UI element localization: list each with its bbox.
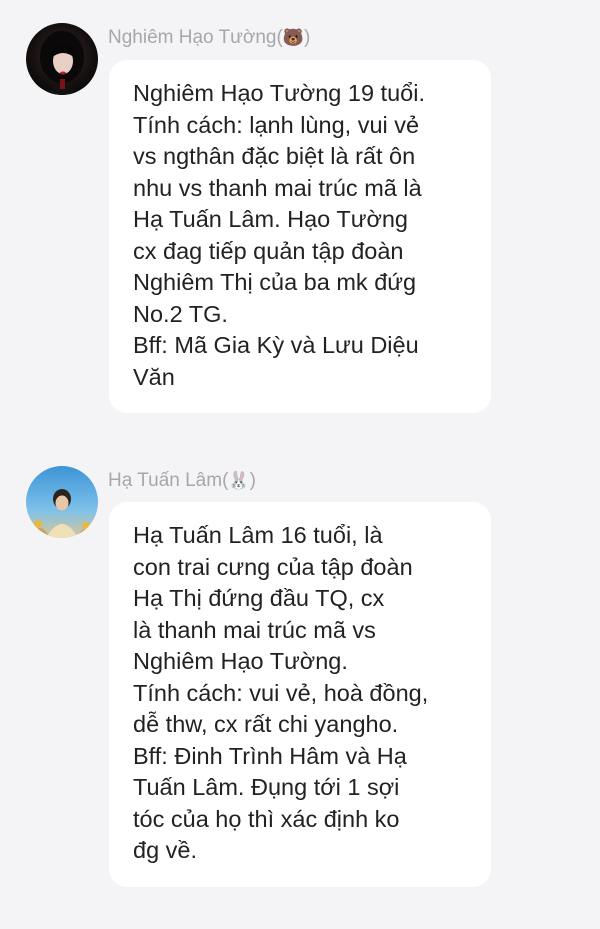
message-line: Bff: Đinh Trình Hâm và Hạ bbox=[133, 742, 407, 769]
message-line: Hạ Thị đứng đầu TQ, cx bbox=[133, 585, 385, 611]
sender-name-text: Nghiêm Hạo Tường( bbox=[108, 27, 283, 48]
message-line: Văn bbox=[133, 363, 175, 390]
message-line: vs ngthân đặc biệt là rất ôn bbox=[133, 143, 416, 169]
message-line: Tính cách: lạnh lùng, vui vẻ bbox=[133, 111, 420, 138]
avatar-image bbox=[26, 23, 98, 95]
sender-name-text: Hạ Tuấn Lâm( bbox=[108, 470, 229, 491]
sender-name: Nghiêm Hạo Tường(🐻) bbox=[108, 27, 310, 49]
message-line: con trai cưng của tập đoàn bbox=[133, 553, 413, 580]
message-line: nhu vs thanh mai trúc mã là bbox=[133, 174, 422, 201]
sender-name: Hạ Tuấn Lâm(🐰) bbox=[108, 470, 256, 492]
message-line: Tuấn Lâm. Đụng tới 1 sợi bbox=[133, 774, 400, 800]
rabbit-face-icon: 🐰 bbox=[228, 471, 250, 491]
avatar[interactable] bbox=[26, 466, 98, 538]
message-bubble[interactable]: Hạ Tuấn Lâm 16 tuổi, là con trai cưng củ… bbox=[109, 502, 491, 887]
message-line: Nghiêm Hạo Tường 19 tuổi. bbox=[133, 80, 425, 106]
message-line: Bff: Mã Gia Kỳ và Lưu Diệu bbox=[133, 332, 419, 358]
message-line: dễ thw, cx rất chi yangho. bbox=[133, 711, 399, 737]
message-line: Hạ Tuấn Lâm 16 tuổi, là bbox=[133, 522, 383, 548]
message-line: tóc của họ thì xác định ko bbox=[133, 805, 400, 832]
message-line: cx đag tiếp quản tập đoàn bbox=[133, 237, 404, 264]
message-line: No.2 TG. bbox=[133, 300, 228, 327]
message-line: Tính cách: vui vẻ, hoà đồng, bbox=[133, 679, 429, 706]
message-line: đg về. bbox=[133, 837, 198, 863]
message-bubble[interactable]: Nghiêm Hạo Tường 19 tuổi. Tính cách: lạn… bbox=[109, 60, 491, 413]
sender-name-suffix: ) bbox=[303, 27, 311, 48]
message-line: là thanh mai trúc mã vs bbox=[133, 616, 376, 643]
sender-name-suffix: ) bbox=[249, 470, 256, 491]
bear-face-icon: 🐻 bbox=[282, 28, 304, 48]
message-line: Hạ Tuấn Lâm. Hạo Tường bbox=[133, 206, 408, 232]
avatar-image bbox=[26, 466, 98, 538]
avatar[interactable] bbox=[26, 23, 98, 95]
message-line: Nghiêm Hạo Tường. bbox=[133, 648, 348, 674]
message-line: Nghiêm Thị của ba mk đứg bbox=[133, 269, 417, 295]
